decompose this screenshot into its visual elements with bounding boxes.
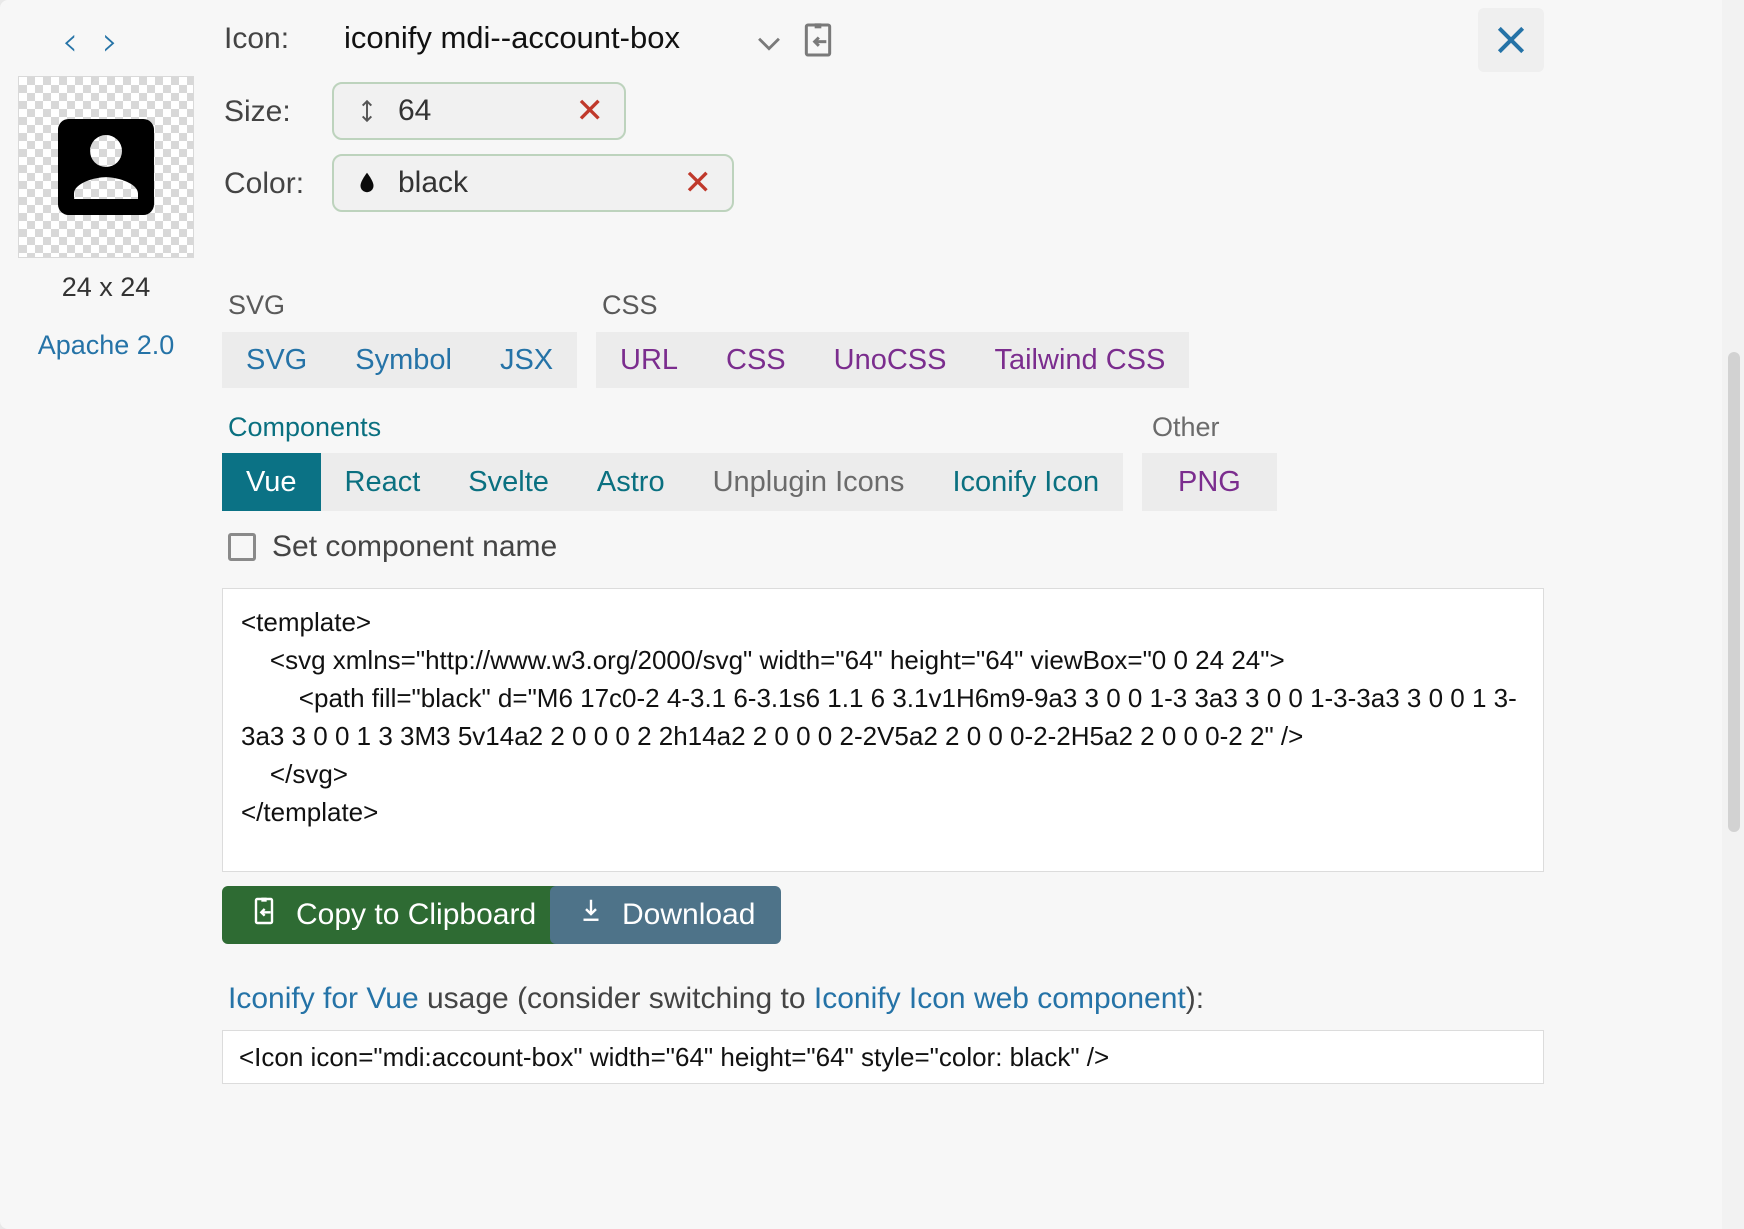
navigation-arrows: ‹ › xyxy=(62,22,118,62)
usage-mid-text: usage (consider switching to xyxy=(418,982,814,1015)
copy-to-clipboard-label: Copy to Clipboard xyxy=(296,898,537,931)
icon-preview xyxy=(18,76,194,258)
tab-svelte[interactable]: Svelte xyxy=(444,453,573,511)
size-input[interactable]: 64 ✕ xyxy=(332,82,626,140)
color-input[interactable]: black ✕ xyxy=(332,154,734,212)
tab-css[interactable]: CSS xyxy=(702,332,810,388)
usage-snippet: <Icon icon="mdi:account-box" width="64" … xyxy=(239,1041,1110,1072)
download-label: Download xyxy=(622,898,756,931)
scrollbar[interactable] xyxy=(1722,0,1744,1229)
scrollbar-thumb[interactable] xyxy=(1728,352,1740,832)
account-box-icon xyxy=(58,119,154,215)
other-group-label: Other xyxy=(1152,412,1220,442)
paste-to-clipboard-icon[interactable] xyxy=(798,20,838,65)
tab-unocss[interactable]: UnoCSS xyxy=(810,332,971,388)
icon-field-label: Icon: xyxy=(224,22,290,55)
tab-astro[interactable]: Astro xyxy=(573,453,689,511)
clear-size-icon[interactable]: ✕ xyxy=(576,91,605,131)
usage-note: Iconify for Vue usage (consider switchin… xyxy=(228,982,1204,1016)
clear-color-icon[interactable]: ✕ xyxy=(684,163,713,203)
code-line-5: </template> xyxy=(241,797,379,827)
tab-jsx[interactable]: JSX xyxy=(476,332,577,388)
tab-tailwind-css[interactable]: Tailwind CSS xyxy=(970,332,1189,388)
other-tabstrip: PNG xyxy=(1142,453,1277,511)
copy-to-clipboard-button[interactable]: Copy to Clipboard xyxy=(222,886,563,944)
code-line-1: <template> xyxy=(241,607,372,637)
height-arrows-icon xyxy=(354,96,380,126)
tab-unplugin-icons[interactable]: Unplugin Icons xyxy=(689,453,929,511)
tab-url[interactable]: URL xyxy=(596,332,702,388)
close-button[interactable] xyxy=(1478,8,1544,72)
code-line-2: <svg xmlns="http://www.w3.org/2000/svg" … xyxy=(241,645,1285,675)
color-drop-icon xyxy=(354,168,380,198)
color-field-label: Color: xyxy=(224,167,305,200)
icon-license-link[interactable]: Apache 2.0 xyxy=(18,330,194,361)
copy-to-clipboard-icon xyxy=(248,895,280,935)
close-icon xyxy=(1497,26,1525,54)
tab-iconify-icon[interactable]: Iconify Icon xyxy=(928,453,1123,511)
set-component-name-checkbox[interactable] xyxy=(228,533,256,561)
previous-icon[interactable]: ‹ xyxy=(62,22,78,62)
icon-detail-dialog: ‹ › Icon: iconify mdi--account-box 24 x … xyxy=(0,0,1722,1229)
download-icon xyxy=(576,895,606,935)
components-tabstrip: Vue React Svelte Astro Unplugin Icons Ic… xyxy=(222,453,1124,511)
svg-group-label: SVG xyxy=(228,290,286,320)
size-value: 64 xyxy=(398,94,432,127)
usage-tail-text: ): xyxy=(1185,982,1205,1015)
tab-symbol[interactable]: Symbol xyxy=(331,332,476,388)
set-component-name-label: Set component name xyxy=(272,530,558,563)
iconify-icon-web-component-link[interactable]: Iconify Icon web component xyxy=(814,982,1186,1015)
download-button[interactable]: Download xyxy=(550,886,782,944)
css-group-label: CSS xyxy=(602,290,658,320)
components-group-label: Components xyxy=(228,412,382,442)
icon-dimensions: 24 x 24 xyxy=(61,272,151,302)
tab-svg[interactable]: SVG xyxy=(222,332,331,388)
size-field-label: Size: xyxy=(224,95,291,128)
color-value: black xyxy=(398,166,469,199)
usage-snippet-box[interactable]: <Icon icon="mdi:account-box" width="64" … xyxy=(222,1030,1544,1084)
icon-name-value: iconify mdi--account-box xyxy=(344,20,680,55)
iconify-for-vue-link[interactable]: Iconify for Vue xyxy=(228,982,419,1015)
code-line-3: <path fill="black" d="M6 17c0-2 4-3.1 6-… xyxy=(241,683,1517,751)
tab-png[interactable]: PNG xyxy=(1142,453,1277,511)
css-tabstrip: URL CSS UnoCSS Tailwind CSS xyxy=(596,332,1190,388)
tab-react[interactable]: React xyxy=(321,453,445,511)
code-output[interactable]: <template> <svg xmlns="http://www.w3.org… xyxy=(222,588,1544,872)
set-component-name-row[interactable]: Set component name xyxy=(228,530,557,564)
next-icon[interactable]: › xyxy=(102,22,118,62)
tab-vue[interactable]: Vue xyxy=(222,453,321,511)
code-line-4: </svg> xyxy=(241,759,348,789)
chevron-down-icon[interactable] xyxy=(752,26,786,65)
svg-tabstrip: SVG Symbol JSX xyxy=(222,332,578,388)
